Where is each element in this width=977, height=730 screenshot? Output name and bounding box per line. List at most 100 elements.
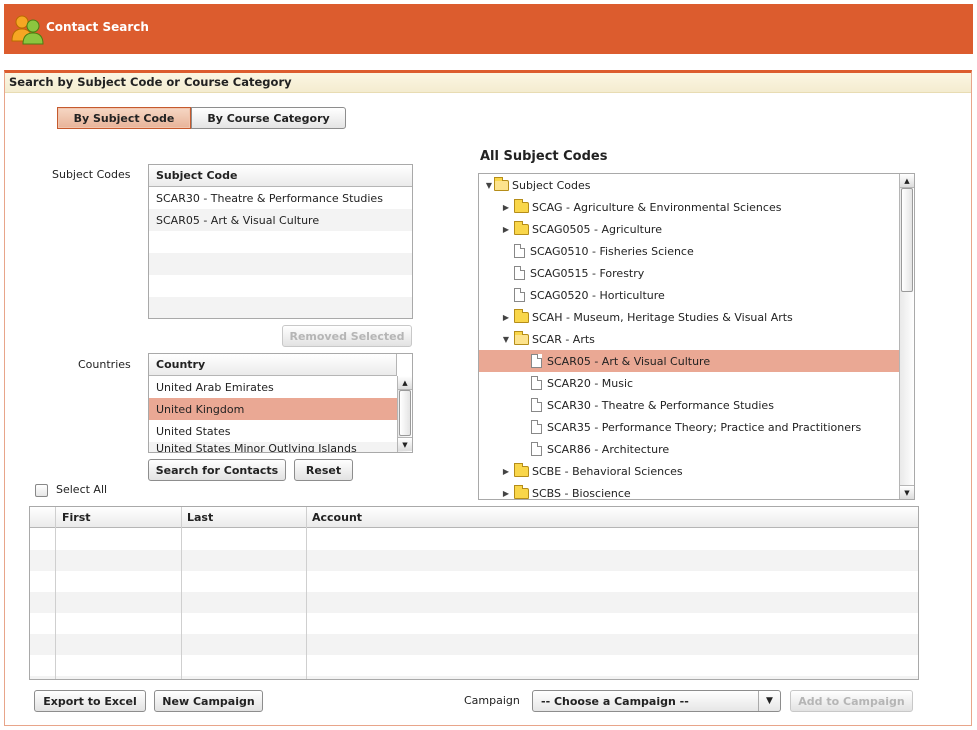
document-icon [514, 288, 525, 302]
export-to-excel-button[interactable]: Export to Excel [34, 690, 146, 712]
tree-root-label: Subject Codes [512, 178, 591, 192]
first-column-header[interactable]: First [62, 511, 91, 524]
collapsed-arrow-icon[interactable]: ▶ [501, 203, 511, 212]
tree-scrollbar[interactable]: ▲ ▼ [899, 174, 914, 499]
collapsed-arrow-icon[interactable]: ▶ [501, 489, 511, 498]
by-subject-code-tab[interactable]: By Subject Code [57, 107, 191, 129]
document-icon [531, 442, 542, 456]
tree-item[interactable]: SCAG0510 - Fisheries Science [479, 240, 899, 262]
people-icon [10, 13, 44, 45]
column-divider [55, 507, 56, 679]
tree-item-label: SCAR - Arts [532, 332, 595, 346]
subject-codes-label: Subject Codes [52, 168, 131, 181]
collapsed-arrow-icon[interactable]: ▶ [501, 467, 511, 476]
tree-item-label: SCAG - Agriculture & Environmental Scien… [532, 200, 782, 214]
tree-item[interactable]: SCAR35 - Performance Theory; Practice an… [479, 416, 899, 438]
document-icon [514, 266, 525, 280]
chevron-down-icon[interactable]: ▼ [758, 691, 780, 711]
expanded-arrow-icon[interactable]: ▼ [501, 335, 511, 344]
new-campaign-button[interactable]: New Campaign [154, 690, 263, 712]
tree-item-label: SCAR86 - Architecture [547, 442, 670, 456]
countries-grid: Country United Arab Emirates United King… [148, 353, 413, 453]
open-folder-icon [494, 176, 509, 191]
select-all-checkbox[interactable] [35, 484, 48, 497]
empty-row [149, 253, 412, 275]
empty-row [30, 550, 918, 571]
subject-codes-tree: ▼ Subject Codes ▶ SCAG - Agriculture & En… [478, 173, 915, 500]
tree-item[interactable]: SCAR30 - Theatre & Performance Studies [479, 394, 899, 416]
country-row-selected[interactable]: United Kingdom [149, 398, 397, 420]
by-course-category-tab[interactable]: By Course Category [191, 107, 346, 129]
country-row[interactable]: United States [149, 420, 397, 442]
tree-item[interactable]: SCAG0520 - Horticulture [479, 284, 899, 306]
countries-scrollbar[interactable]: ▲ ▼ [397, 376, 412, 452]
empty-row [149, 275, 412, 297]
tree-item-label: SCAH - Museum, Heritage Studies & Visual… [532, 310, 793, 324]
document-icon [531, 420, 542, 434]
column-divider [306, 507, 307, 679]
subject-code-row[interactable]: SCAR30 - Theatre & Performance Studies [149, 187, 412, 209]
expanded-arrow-icon[interactable]: ▼ [484, 181, 494, 190]
document-icon [531, 398, 542, 412]
tree-item-label: SCBS - Bioscience [532, 486, 631, 500]
folder-icon [514, 220, 529, 235]
results-header [30, 507, 918, 528]
empty-row [30, 634, 918, 655]
tree-item[interactable]: ▼ SCAR - Arts [479, 328, 899, 350]
tree-item[interactable]: ▶ SCBE - Behavioral Sciences [479, 460, 899, 482]
scroll-thumb[interactable] [399, 390, 411, 436]
folder-icon [514, 308, 529, 323]
tree-item[interactable]: ▶ SCAG - Agriculture & Environmental Scie… [479, 196, 899, 218]
results-grid: First Last Account [29, 506, 919, 680]
tree-item-label: SCAG0510 - Fisheries Science [530, 244, 694, 258]
document-icon [531, 354, 542, 368]
country-row[interactable]: United Arab Emirates [149, 376, 397, 398]
folder-icon [514, 462, 529, 477]
tree-item[interactable]: SCAG0515 - Forestry [479, 262, 899, 284]
all-subject-codes-title: All Subject Codes [480, 149, 608, 164]
campaign-select[interactable]: -- Choose a Campaign -- ▼ [532, 690, 781, 712]
tree-item-label: SCAG0515 - Forestry [530, 266, 645, 280]
empty-row [30, 592, 918, 613]
tree-item[interactable]: SCAR20 - Music [479, 372, 899, 394]
tree-item-label: SCAR05 - Art & Visual Culture [547, 354, 711, 368]
tree-item-label: SCAG0520 - Horticulture [530, 288, 665, 302]
header-divider [396, 354, 397, 376]
tree-item[interactable]: ▶ SCAG0505 - Agriculture [479, 218, 899, 240]
campaign-label: Campaign [464, 694, 520, 707]
last-column-header[interactable]: Last [187, 511, 213, 524]
tree-item-label: SCAR35 - Performance Theory; Practice an… [547, 420, 862, 434]
country-column-header[interactable]: Country [149, 354, 397, 376]
countries-label: Countries [78, 358, 131, 371]
tree-item-label: SCAG0505 - Agriculture [532, 222, 662, 236]
page-title: Contact Search [46, 20, 149, 34]
empty-row [149, 231, 412, 253]
scroll-down-icon[interactable]: ▼ [900, 485, 914, 499]
subject-code-column-header[interactable]: Subject Code [149, 165, 412, 187]
tree-root[interactable]: ▼ Subject Codes [484, 174, 904, 196]
remove-selected-button[interactable]: Removed Selected [282, 325, 412, 347]
tree-item[interactable]: ▶ SCBS - Bioscience [479, 482, 899, 500]
open-folder-icon [514, 330, 529, 345]
tree-item[interactable]: ▶ SCAH - Museum, Heritage Studies & Visua… [479, 306, 899, 328]
scroll-up-icon[interactable]: ▲ [398, 376, 412, 390]
scroll-down-icon[interactable]: ▼ [398, 437, 412, 451]
empty-row [149, 297, 412, 318]
account-column-header[interactable]: Account [312, 511, 362, 524]
empty-row [30, 676, 918, 679]
scroll-thumb[interactable] [901, 188, 913, 292]
country-row[interactable]: United States Minor Outlying Islands [149, 442, 397, 452]
tree-item[interactable]: SCAR86 - Architecture [479, 438, 899, 460]
add-to-campaign-button[interactable]: Add to Campaign [790, 690, 913, 712]
subject-code-row[interactable]: SCAR05 - Art & Visual Culture [149, 209, 412, 231]
collapsed-arrow-icon[interactable]: ▶ [501, 313, 511, 322]
scroll-up-icon[interactable]: ▲ [900, 174, 914, 188]
tree-item-label: SCBE - Behavioral Sciences [532, 464, 683, 478]
reset-button[interactable]: Reset [294, 459, 353, 481]
tree-item-selected[interactable]: SCAR05 - Art & Visual Culture [479, 350, 899, 372]
folder-icon [514, 484, 529, 499]
collapsed-arrow-icon[interactable]: ▶ [501, 225, 511, 234]
document-icon [514, 244, 525, 258]
tree-item-label: SCAR30 - Theatre & Performance Studies [547, 398, 774, 412]
search-for-contacts-button[interactable]: Search for Contacts [148, 459, 286, 481]
